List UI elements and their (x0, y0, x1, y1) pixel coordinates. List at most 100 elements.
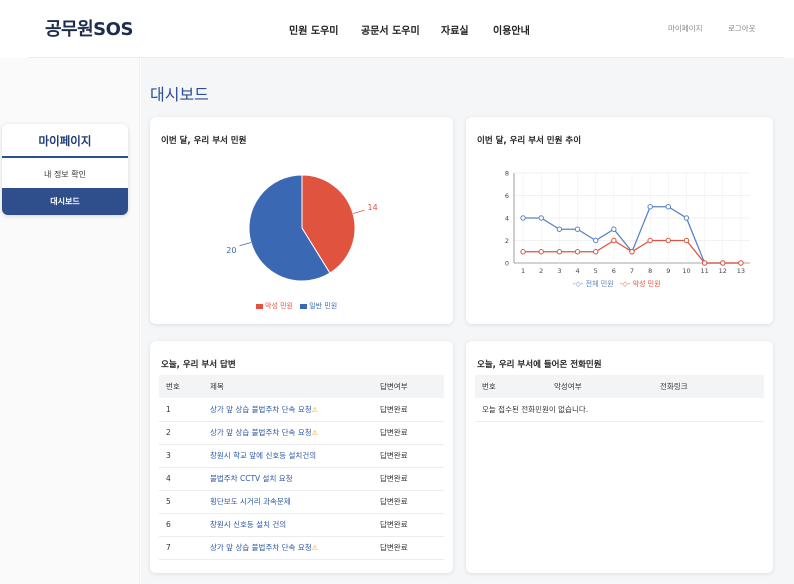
data-point (520, 215, 526, 221)
phone-table-header: 번호 악성여부 전화링크 (475, 375, 764, 398)
pie-legend-malicious[interactable]: 악성 민원 (256, 302, 293, 310)
row-status: 답변완료 (373, 536, 444, 560)
table-row[interactable]: 7 상가 앞 상습 불법주차 단속 요청⚠ 답변완료 (159, 536, 444, 560)
row-title-cell: 창원시 학교 앞에 신호등 설치건의 (203, 444, 373, 468)
page-title: 대시보드 (150, 85, 209, 104)
col-status: 답변여부 (373, 375, 444, 398)
mypage-link[interactable]: 마이페이지 (668, 23, 703, 34)
table-row[interactable]: 1 상가 앞 상습 불법주차 단속 요청⚠ 답변완료 (159, 398, 444, 422)
row-title-link[interactable]: 창원시 학교 앞에 신호등 설치건의 (210, 451, 316, 460)
data-point (574, 249, 581, 255)
pie-value-label: 14 (368, 203, 378, 212)
x-tick-label: 11 (700, 267, 708, 275)
y-tick-label: 4 (505, 215, 509, 223)
line-legend: -◇- 전체 민원 -◇- 악성 민원 (573, 279, 661, 289)
row-status: 답변완료 (373, 490, 444, 514)
logout-link[interactable]: 로그아웃 (728, 23, 756, 34)
row-title-link[interactable]: 상가 앞 상습 불법주차 단속 요청 (210, 405, 312, 414)
table-row[interactable]: 2 상가 앞 상습 불법주차 단속 요청⚠ 답변완료 (159, 421, 444, 445)
col-malicious: 악성여부 (547, 375, 653, 398)
data-point (538, 249, 544, 255)
pie-legend: 악성 민원 일반 민원 (256, 301, 337, 311)
data-point (538, 215, 544, 221)
nav-guide[interactable]: 이용안내 (493, 22, 530, 37)
row-number: 5 (159, 490, 203, 514)
row-title-link[interactable]: 횡단보도 시거리 과속문제 (210, 497, 291, 506)
malicious-swatch-icon (256, 303, 263, 309)
row-title-link[interactable]: 상가 앞 상습 불법주차 단속 요청 (210, 428, 312, 437)
total-line-icon: -◇- (573, 280, 584, 288)
data-point (611, 226, 617, 232)
x-tick-label: 4 (575, 267, 579, 275)
warning-icon: ⚠ (311, 544, 318, 552)
data-point (683, 215, 690, 221)
pie-chart: 14 20 (226, 174, 378, 282)
x-tick-label: 8 (648, 267, 652, 275)
data-point (520, 249, 526, 255)
x-tick-label: 9 (666, 267, 670, 275)
row-title-cell: 상가 앞 상습 불법주차 단속 요청⚠ (203, 421, 373, 445)
sidebar-menu: 마이페이지 내 정보 확인 대시보드 (2, 124, 128, 215)
data-point (665, 204, 672, 210)
row-title-link[interactable]: 불법주차 CCTV 설치 요청 (210, 474, 293, 483)
nav-archive[interactable]: 자료실 (441, 22, 469, 37)
table-row[interactable]: 4 불법주차 CCTV 설치 요청 답변완료 (159, 467, 444, 491)
col-number: 번호 (475, 375, 547, 398)
line-legend-malicious[interactable]: -◇- 악성 민원 (620, 280, 661, 288)
row-title-cell: 상가 앞 상습 불법주차 단속 요청⚠ (203, 536, 373, 560)
reply-table-card: 오늘, 우리 부서 답변 번호 제목 답변여부 1 상가 앞 상습 불법주차 단속… (150, 341, 453, 573)
row-status: 답변완료 (373, 421, 444, 445)
row-number: 4 (159, 467, 203, 491)
data-point (574, 226, 581, 232)
line-chart: 024681 2 3 4 5 6 7 8 9 10 11 12 13 (505, 170, 750, 275)
pie-value-label: 20 (226, 246, 236, 255)
row-number: 2 (159, 421, 203, 445)
reply-table: 번호 제목 답변여부 1 상가 앞 상습 불법주차 단속 요청⚠ 답변완료 2 상가 앞… (159, 375, 444, 560)
phone-complaints-card: 오늘, 우리 부서에 들어온 전화민원 번호 악성여부 전화링크 오늘 접수된 … (466, 341, 773, 573)
data-point (556, 226, 563, 232)
normal-swatch-icon (300, 303, 308, 309)
data-point (665, 237, 672, 244)
table-row[interactable]: 5 횡단보도 시거리 과속문제 답변완료 (159, 490, 444, 514)
table-row[interactable]: 6 창원시 신호등 설치 건의 답변완료 (159, 513, 444, 537)
col-number: 번호 (159, 375, 203, 398)
col-title: 제목 (203, 375, 373, 398)
site-logo[interactable]: 공무원SOS (45, 15, 133, 41)
data-point (647, 237, 653, 244)
warning-icon: ⚠ (311, 429, 318, 437)
nav-civil-helper[interactable]: 민원 도우미 (289, 22, 338, 37)
x-tick-label: 1 (521, 267, 525, 275)
top-header: 공무원SOS 민원 도우미 공문서 도우미 자료실 이용안내 마이페이지 로그아… (0, 0, 794, 58)
y-tick-label: 0 (505, 260, 509, 268)
row-status: 답변완료 (373, 513, 444, 537)
x-tick-label: 10 (682, 267, 690, 275)
row-title-link[interactable]: 창원시 신호등 설치 건의 (210, 520, 286, 529)
malicious-line-icon: -◇- (619, 280, 631, 288)
data-point (738, 260, 744, 266)
row-title-link[interactable]: 상가 앞 상습 불법주차 단속 요청 (210, 543, 312, 552)
nav-document-helper[interactable]: 공문서 도우미 (361, 22, 420, 37)
sidebar-item-my-info[interactable]: 내 정보 확인 (2, 161, 128, 188)
pie-chart-card: 이번 달, 우리 부서 민원 14 20 악성 민원 일반 민원 (150, 117, 453, 324)
sidebar-item-dashboard[interactable]: 대시보드 (2, 188, 128, 215)
y-tick-label: 8 (505, 170, 509, 178)
line-legend-total[interactable]: -◇- 전체 민원 (573, 280, 614, 288)
pie-legend-normal[interactable]: 일반 민원 (300, 302, 337, 310)
data-point (556, 249, 563, 255)
x-tick-label: 5 (594, 267, 598, 275)
table-row[interactable]: 3 창원시 학교 앞에 신호등 설치건의 답변완료 (159, 444, 444, 468)
row-status: 답변완료 (373, 444, 444, 468)
data-point (592, 249, 599, 255)
pie-label-line (352, 209, 365, 214)
empty-message: 오늘 접수된 전화민원이 없습니다. (475, 398, 764, 422)
pie-label-line (239, 242, 252, 247)
row-number: 6 (159, 513, 203, 537)
col-phone-link: 전화링크 (653, 375, 764, 398)
row-status: 답변완료 (373, 398, 444, 422)
x-tick-label: 13 (737, 267, 745, 275)
x-tick-label: 12 (719, 267, 727, 275)
y-tick-label: 2 (505, 237, 509, 245)
phone-table: 번호 악성여부 전화링크 오늘 접수된 전화민원이 없습니다. (475, 375, 764, 422)
row-number: 1 (159, 398, 203, 422)
row-title-cell: 상가 앞 상습 불법주차 단속 요청⚠ (203, 398, 373, 422)
